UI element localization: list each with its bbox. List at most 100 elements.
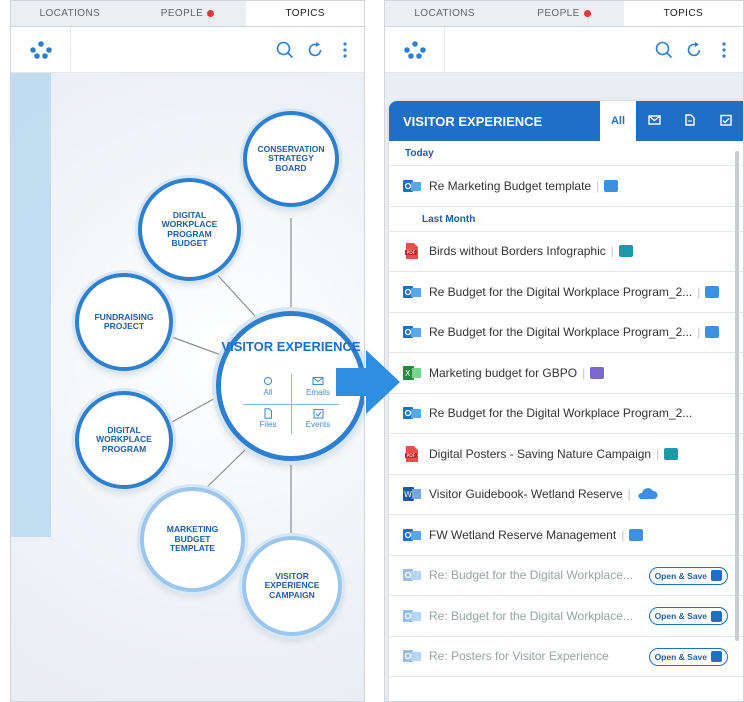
list-item[interactable]: PDF Digital Posters - Saving Nature Campa… <box>389 434 743 475</box>
toolbar <box>11 26 364 73</box>
topic-bubble[interactable]: VISITOR EXPERIENCE CAMPAIGN <box>242 536 342 636</box>
sharepoint-icon <box>711 610 722 622</box>
group-label-today: Today <box>389 141 743 166</box>
list-item[interactable]: Re Budget for the Digital Workplace Prog… <box>389 313 743 353</box>
svg-text:W: W <box>404 490 412 499</box>
arrow-right-icon <box>336 350 400 414</box>
list-item[interactable]: X Marketing budget for GBPO | <box>389 353 743 394</box>
search-icon[interactable] <box>653 39 675 61</box>
more-options-icon[interactable] <box>334 39 356 61</box>
open-and-save-button[interactable]: Open & Save <box>648 607 728 625</box>
topic-bubble[interactable]: FUNDRAISING PROJECT <box>75 273 173 371</box>
list-item-label: Birds without Borders Infographic <box>429 244 606 259</box>
outlook-source-icon <box>604 179 619 192</box>
separator: | <box>596 178 600 193</box>
list-header: VISITOR EXPERIENCE All <box>389 101 743 141</box>
topic-item-list: VISITOR EXPERIENCE All Today Re Marketin… <box>389 101 743 701</box>
topic-bubble[interactable]: MARKETING BUDGET TEMPLATE <box>140 487 245 592</box>
list-item[interactable]: Re: Budget for the Digital Workplace... O… <box>389 596 743 637</box>
quadrant-all[interactable]: All <box>243 376 293 406</box>
filter-files[interactable] <box>672 101 708 141</box>
search-icon[interactable] <box>274 39 296 61</box>
file-icon <box>243 408 293 420</box>
list-item[interactable]: Re Marketing Budget template | <box>389 166 743 207</box>
list-item[interactable]: FW Wetland Reserve Management | <box>389 515 743 556</box>
quadrant-files[interactable]: Files <box>243 408 293 438</box>
filter-events[interactable] <box>708 101 743 141</box>
separator: | <box>697 325 701 340</box>
list-item[interactable]: PDF Birds without Borders Infographic | <box>389 232 743 272</box>
mind-map-panel: LOCATIONS PEOPLE TOPICS CONSERVATION STR… <box>10 0 365 702</box>
tab-topics[interactable]: TOPICS <box>246 1 364 26</box>
sharepoint-source-icon <box>618 245 633 258</box>
pdf-file-icon: PDF <box>403 243 421 260</box>
list-item[interactable]: Re: Budget for the Digital Workplace... O… <box>389 556 743 596</box>
list-item-label: Re Budget for the Digital Workplace Prog… <box>429 406 693 421</box>
cloud-source-icon <box>636 488 658 500</box>
tab-locations[interactable]: LOCATIONS <box>11 1 129 26</box>
topic-bubble[interactable]: DIGITAL WORKPLACE PROGRAM BUDGET <box>138 178 241 281</box>
open-and-save-button[interactable]: Open & Save <box>648 566 728 585</box>
refresh-icon[interactable] <box>683 39 705 61</box>
open-and-save-button[interactable]: Open & Save <box>648 647 728 666</box>
list-item[interactable]: W Visitor Guidebook- Wetland Reserve | <box>389 475 743 515</box>
file-icon <box>685 113 695 129</box>
tab-people[interactable]: PEOPLE <box>504 1 623 26</box>
tab-people[interactable]: PEOPLE <box>129 1 247 26</box>
separator: | <box>582 365 586 380</box>
separator: | <box>621 527 625 542</box>
toolbar <box>385 26 743 73</box>
list-item-label: Re Budget for the Digital Workplace Prog… <box>429 284 693 299</box>
topic-bubble[interactable]: CONSERVATION STRATEGY BOARD <box>243 111 339 207</box>
outlook-file-icon <box>403 405 421 421</box>
outlook-file-icon <box>403 567 421 583</box>
topic-detail-panel: LOCATIONS PEOPLE TOPICS VISITOR EXPERIEN… <box>384 0 744 702</box>
word-file-icon: W <box>403 486 421 502</box>
sharepoint-icon <box>711 570 722 581</box>
outlook-file-icon <box>403 284 421 300</box>
list-item-label: Visitor Guidebook- Wetland Reserve <box>429 487 623 502</box>
separator: | <box>610 244 614 259</box>
list-item-label: Marketing budget for GBPO <box>429 365 578 380</box>
tab-topics[interactable]: TOPICS <box>623 1 743 26</box>
app-logo-icon[interactable] <box>385 26 445 73</box>
outlook-file-icon <box>403 178 421 194</box>
list-scrollbar[interactable] <box>735 151 739 641</box>
filter-emails[interactable] <box>636 101 672 141</box>
separator: | <box>627 487 631 502</box>
open-and-save-label: Open & Save <box>654 611 707 621</box>
list-item-label: Digital Posters - Saving Nature Campaign <box>429 446 652 461</box>
sharepoint-icon <box>711 651 722 662</box>
open-and-save-label: Open & Save <box>654 570 707 581</box>
tab-bar: LOCATIONS PEOPLE TOPICS <box>11 1 364 27</box>
calendar-check-icon <box>720 114 732 129</box>
outlook-file-icon <box>403 648 421 664</box>
svg-text:PDF: PDF <box>407 453 416 459</box>
outlook-source-icon <box>629 528 644 541</box>
list-item-label: FW Wetland Reserve Management <box>429 527 617 542</box>
list-item[interactable]: Re Budget for the Digital Workplace Prog… <box>389 394 743 434</box>
excel-file-icon: X <box>403 365 421 381</box>
sharepoint-source-icon <box>664 447 679 460</box>
list-item-label: Re Marketing Budget template <box>429 178 592 193</box>
list-item[interactable]: Re Budget for the Digital Workplace Prog… <box>389 272 743 313</box>
refresh-icon[interactable] <box>304 39 326 61</box>
app-logo-icon[interactable] <box>11 26 71 73</box>
group-label-last-month: Last Month <box>389 207 743 232</box>
outlook-source-icon <box>705 326 720 339</box>
list-title: VISITOR EXPERIENCE <box>403 113 543 129</box>
topic-bubble[interactable]: DIGITAL WORKPLACE PROGRAM <box>75 391 173 489</box>
list-item[interactable]: Re: Posters for Visitor Experience Open &… <box>389 637 743 677</box>
outlook-file-icon <box>403 527 421 543</box>
more-options-icon[interactable] <box>713 39 735 61</box>
teams-source-icon <box>590 366 605 379</box>
tab-bar: LOCATIONS PEOPLE TOPICS <box>385 1 743 27</box>
filter-all[interactable]: All <box>600 101 636 141</box>
notification-dot <box>207 10 215 17</box>
outlook-source-icon <box>705 285 720 298</box>
list-item-label: Re: Budget for the Digital Workplace... <box>429 568 633 583</box>
separator: | <box>656 446 660 461</box>
svg-text:X: X <box>405 369 411 378</box>
outlook-file-icon <box>403 324 421 340</box>
tab-locations[interactable]: LOCATIONS <box>385 1 504 26</box>
